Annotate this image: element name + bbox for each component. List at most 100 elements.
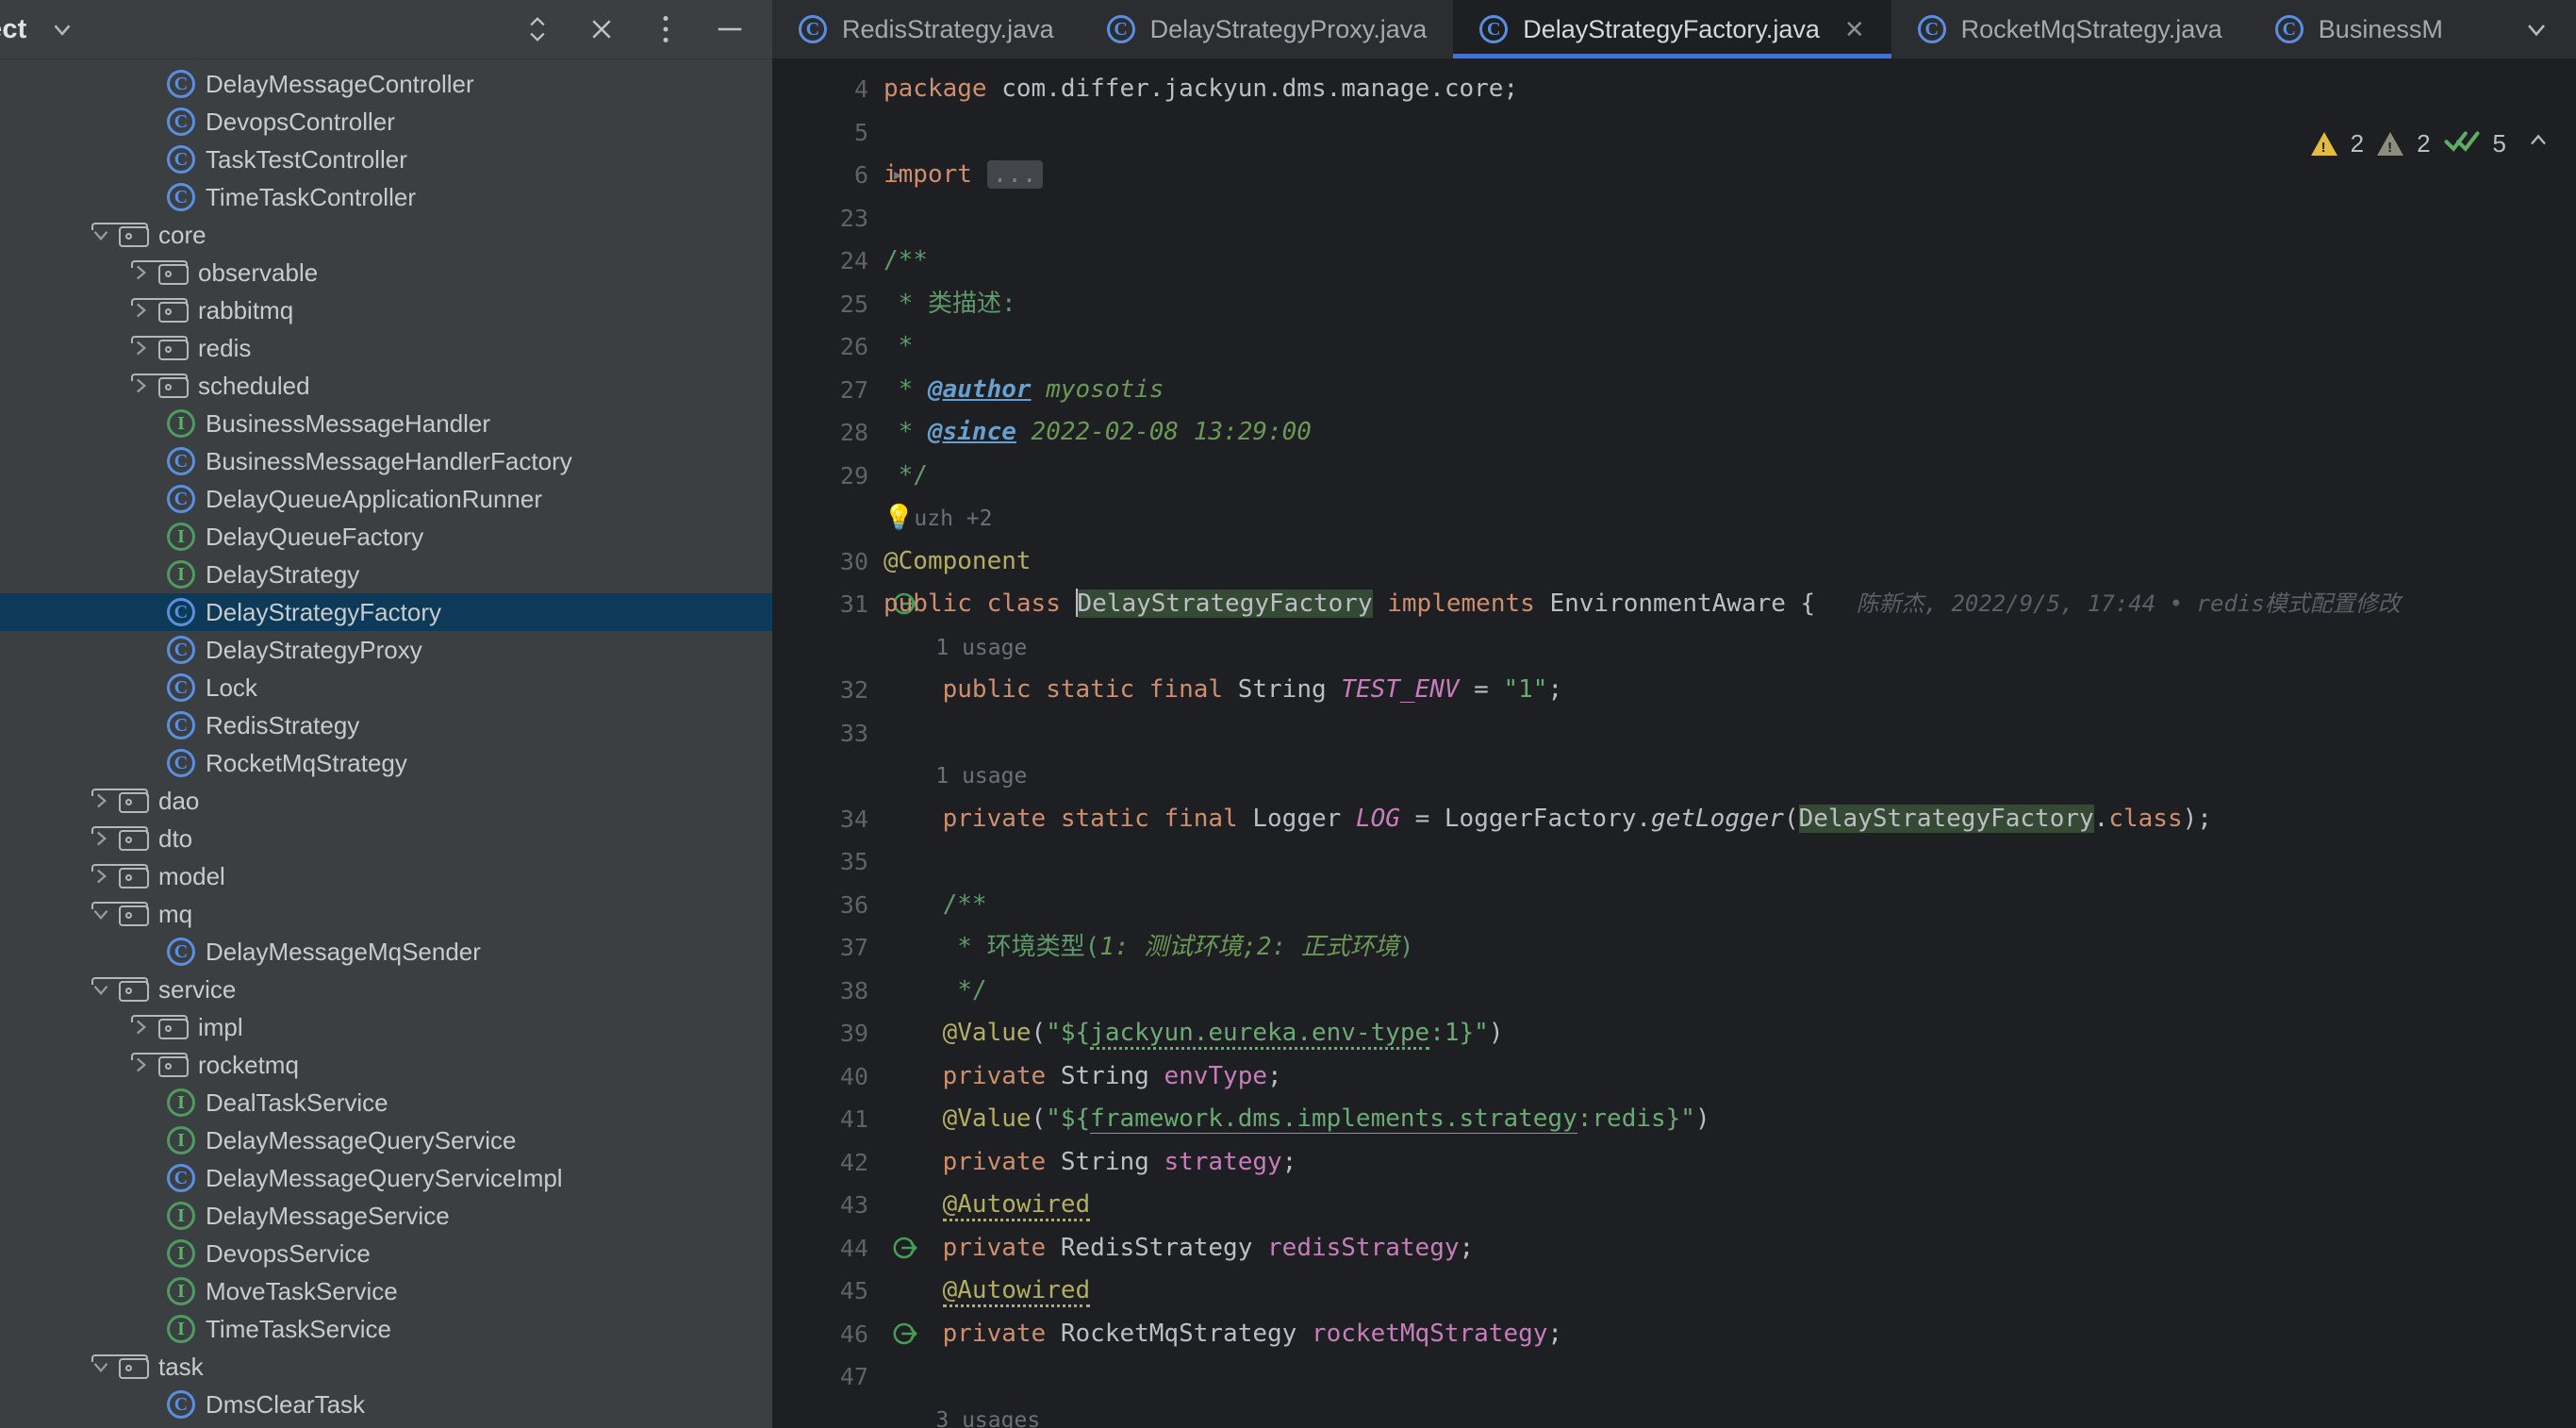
tree-item-delaymessageservice[interactable]: I DelayMessageService: [0, 1197, 772, 1235]
code-line-43[interactable]: @Autowired: [883, 1184, 2576, 1227]
editor-tab-bar[interactable]: C RedisStrategy.java C DelayStrategyProxy.j…: [772, 0, 2576, 58]
usage-hint[interactable]: 1 usage: [883, 626, 2576, 670]
code-line-25[interactable]: * 类描述:: [883, 283, 2576, 326]
line-number-39[interactable]: 39: [772, 1012, 883, 1055]
line-number-47[interactable]: 47: [772, 1355, 883, 1399]
usage-hint[interactable]: 3 usages: [883, 1399, 2576, 1428]
tree-item-task[interactable]: task: [0, 1348, 772, 1386]
editor-gutter[interactable]: 4 5 6 ▸ 23 24 25 26 27 28 29 30 31 32 33 34 35 36 37 38 39 40…: [772, 58, 918, 1428]
tree-item-dto[interactable]: dto: [0, 820, 772, 857]
line-number-31[interactable]: 31: [772, 583, 918, 626]
editor-tab-delaystrategyproxy-java[interactable]: C DelayStrategyProxy.java: [1081, 0, 1454, 58]
code-line-26[interactable]: *: [883, 325, 2576, 369]
editor-tab-businessm[interactable]: C BusinessM: [2249, 0, 2469, 58]
line-number-6[interactable]: 6 ▸: [772, 154, 904, 197]
tree-item-model[interactable]: model: [0, 857, 772, 895]
tree-item-businessmessagehandler[interactable]: I BusinessMessageHandler: [0, 405, 772, 442]
inspection-widget[interactable]: ! 2 ! 2 5: [2310, 126, 2551, 161]
line-number-27[interactable]: 27: [772, 369, 883, 412]
line-number-41[interactable]: 41: [772, 1098, 883, 1141]
line-number-24[interactable]: 24: [772, 240, 883, 283]
line-number-35[interactable]: 35: [772, 840, 883, 884]
line-number-34[interactable]: 34: [772, 798, 883, 841]
code-line-30[interactable]: @Component: [883, 540, 2576, 584]
editor-tab-redisstrategy-java[interactable]: C RedisStrategy.java: [772, 0, 1081, 58]
line-number-40[interactable]: 40: [772, 1055, 883, 1099]
tree-item-delayqueuefactory[interactable]: I DelayQueueFactory: [0, 518, 772, 556]
editor-viewport[interactable]: 4 5 6 ▸ 23 24 25 26 27 28 29 30 31 32 33 34 35 36 37 38 39 40…: [772, 58, 2576, 1428]
line-number-32[interactable]: 32: [772, 669, 883, 712]
line-number-42[interactable]: 42: [772, 1141, 883, 1185]
tree-item-mq[interactable]: mq: [0, 895, 772, 933]
line-number-23[interactable]: 23: [772, 197, 883, 241]
code-line-37[interactable]: * 环境类型(1: 测试环境;2: 正式环境): [883, 926, 2576, 970]
tab-overflow-button[interactable]: [2497, 0, 2576, 58]
more-vertical-icon[interactable]: [650, 13, 682, 45]
tree-item-timetaskcontroller[interactable]: C TimeTaskController: [0, 178, 772, 216]
code-line-24[interactable]: /**: [883, 240, 2576, 283]
tree-item-delaymessagequeryservice[interactable]: I DelayMessageQueryService: [0, 1121, 772, 1159]
chevron-up-icon[interactable]: [2525, 127, 2551, 160]
code-line-47[interactable]: [883, 1355, 2576, 1399]
tree-item-delaystrategyproxy[interactable]: C DelayStrategyProxy: [0, 631, 772, 669]
tree-item-impl[interactable]: impl: [0, 1008, 772, 1046]
editor-tab-rocketmqstrategy-java[interactable]: C RocketMqStrategy.java: [1891, 0, 2249, 58]
tree-item-tasktestcontroller[interactable]: C TaskTestController: [0, 141, 772, 178]
code-line-35[interactable]: [883, 840, 2576, 884]
line-number-44[interactable]: 44: [772, 1227, 918, 1270]
line-number-37[interactable]: 37: [772, 926, 883, 970]
line-number-43[interactable]: 43: [772, 1184, 883, 1227]
tree-item-scheduled[interactable]: scheduled: [0, 367, 772, 405]
tree-item-observable[interactable]: observable: [0, 254, 772, 291]
editor-tab-delaystrategyfactory-java[interactable]: C DelayStrategyFactory.java ✕: [1453, 0, 1892, 58]
tree-item-lock[interactable]: C Lock: [0, 669, 772, 706]
line-number-30[interactable]: 30: [772, 540, 883, 584]
tree-item-devopsservice[interactable]: I DevopsService: [0, 1235, 772, 1272]
tree-item-core[interactable]: core: [0, 216, 772, 254]
code-line-29[interactable]: */: [883, 455, 2576, 498]
tree-item-businessmessagehandlerfactory[interactable]: C BusinessMessageHandlerFactory: [0, 442, 772, 480]
vcs-authors-inlay[interactable]: 💡uzh +2: [883, 497, 2576, 540]
tree-item-movetaskservice[interactable]: I MoveTaskService: [0, 1272, 772, 1310]
line-number-5[interactable]: 5: [772, 111, 883, 155]
code-line-31[interactable]: public class DelayStrategyFactory implem…: [883, 583, 2576, 626]
usage-hint[interactable]: 1 usage: [883, 755, 2576, 798]
expand-collapse-button[interactable]: [521, 13, 553, 45]
tree-item-delaymessagemqsender[interactable]: C DelayMessageMqSender: [0, 933, 772, 971]
project-panel-title[interactable]: ect: [0, 14, 27, 45]
tree-item-timetaskservice[interactable]: I TimeTaskService: [0, 1310, 772, 1348]
tree-item-delaystrategyfactory[interactable]: C DelayStrategyFactory: [0, 593, 772, 631]
code-line-23[interactable]: [883, 197, 2576, 241]
line-number-26[interactable]: 26: [772, 325, 883, 369]
line-number-38[interactable]: 38: [772, 970, 883, 1013]
tree-item-delaymessagequeryserviceimpl[interactable]: C DelayMessageQueryServiceImpl: [0, 1159, 772, 1197]
tree-item-delayqueueapplicationrunner[interactable]: C DelayQueueApplicationRunner: [0, 480, 772, 518]
close-x-icon[interactable]: [586, 13, 618, 45]
code-line-4[interactable]: package com.differ.jackyun.dms.manage.co…: [883, 68, 2576, 111]
project-tree[interactable]: C DelayMessageController C DevopsController…: [0, 59, 772, 1428]
line-number-29[interactable]: 29: [772, 455, 883, 498]
code-line-34[interactable]: private static final Logger LOG = Logger…: [883, 798, 2576, 841]
line-number-28[interactable]: 28: [772, 411, 883, 455]
line-number-4[interactable]: 4: [772, 68, 883, 111]
code-line-42[interactable]: private String strategy;: [883, 1141, 2576, 1185]
tree-item-delaystrategy[interactable]: I DelayStrategy: [0, 556, 772, 593]
code-line-45[interactable]: @Autowired: [883, 1270, 2576, 1313]
tree-item-service[interactable]: service: [0, 971, 772, 1008]
tree-item-dmscleartask[interactable]: C DmsClearTask: [0, 1386, 772, 1423]
tree-item-rocketmq[interactable]: rocketmq: [0, 1046, 772, 1084]
tree-item-redis[interactable]: redis: [0, 329, 772, 367]
code-line-33[interactable]: [883, 712, 2576, 756]
chevron-down-icon[interactable]: [48, 15, 76, 43]
line-number-33[interactable]: 33: [772, 712, 883, 756]
line-number-25[interactable]: 25: [772, 283, 883, 326]
code-line-36[interactable]: /**: [883, 884, 2576, 927]
line-number-36[interactable]: 36: [772, 884, 883, 927]
tree-item-devopscontroller[interactable]: C DevopsController: [0, 103, 772, 141]
code-line-27[interactable]: * @author myosotis: [883, 369, 2576, 412]
code-line-38[interactable]: */: [883, 970, 2576, 1013]
code-line-32[interactable]: public static final String TEST_ENV = "1…: [883, 669, 2576, 712]
code-line-41[interactable]: @Value("${framework.dms.implements.strat…: [883, 1098, 2576, 1141]
tree-item-dealtaskservice[interactable]: I DealTaskService: [0, 1084, 772, 1121]
tree-item-delaymessagecontroller[interactable]: C DelayMessageController: [0, 65, 772, 103]
